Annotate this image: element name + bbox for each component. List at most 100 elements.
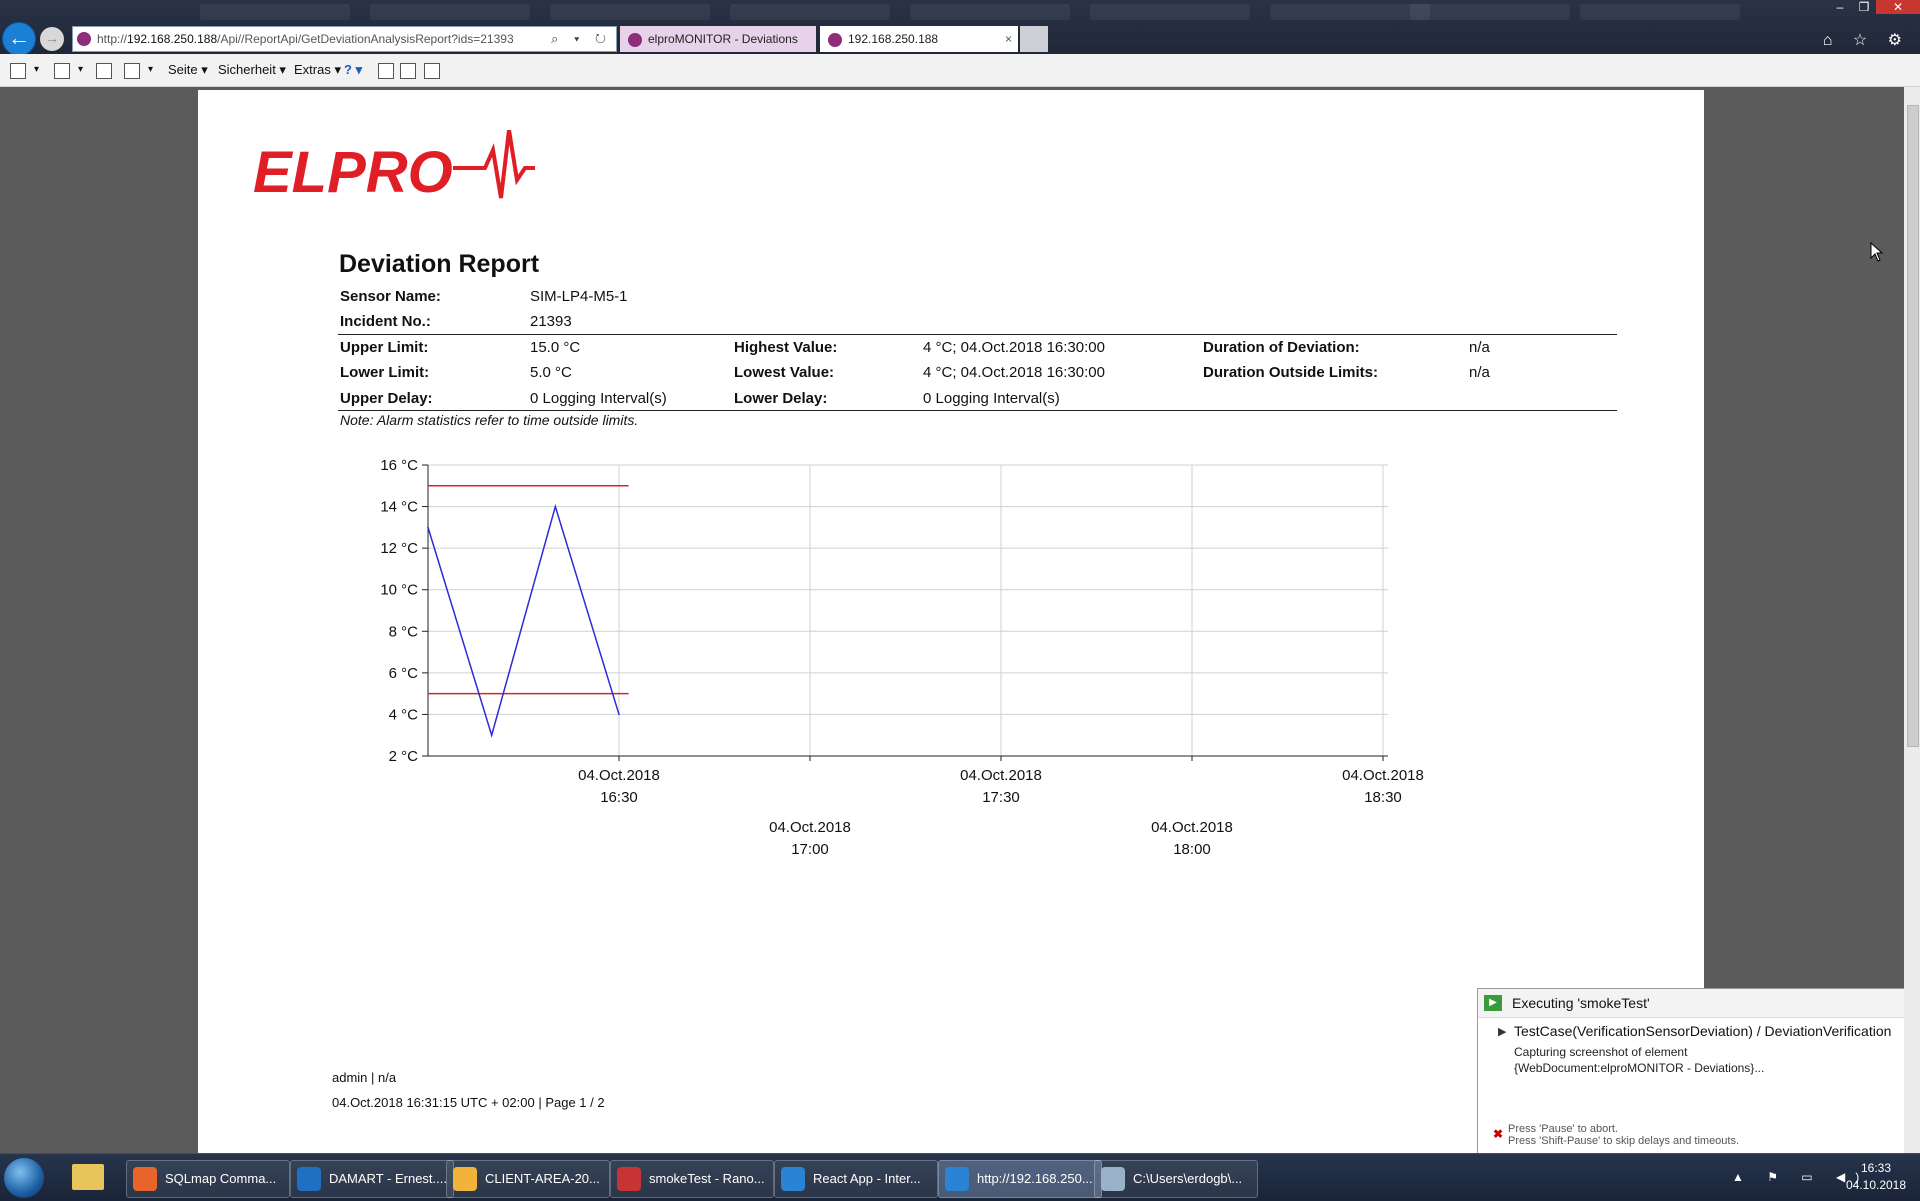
clock-date: 04.10.2018 — [1845, 1178, 1907, 1192]
taskbar-button-outlook[interactable]: DAMART - Ernest.... — [290, 1160, 454, 1198]
home-favorites-settings-icons[interactable]: ⌂ ☆ ⚙ — [1823, 30, 1910, 50]
internet-explorer-icon — [945, 1167, 969, 1191]
y-tick-label: 14 °C — [380, 499, 418, 516]
taskbar-button-react-app[interactable]: React App - Inter... — [774, 1160, 938, 1198]
x-tick-date-label: 04.Oct.2018 — [769, 819, 851, 836]
taskbar-clock[interactable]: 16:33 04.10.2018 — [1836, 1160, 1916, 1194]
address-url[interactable]: http://192.168.250.188/Api//ReportApi/Ge… — [97, 27, 514, 51]
site-favicon-icon — [77, 32, 91, 46]
background-tab — [200, 4, 350, 20]
tab-report[interactable]: 192.168.250.188 × — [820, 26, 1018, 52]
taskbar-button-ranorex[interactable]: smokeTest - Rano... — [610, 1160, 774, 1198]
lowest-value: 4 °C; 04.Oct.2018 16:30:00 — [923, 364, 1105, 381]
menu-sicherheit[interactable]: Sicherheit ▾ — [218, 62, 286, 78]
y-tick-label: 2 °C — [389, 748, 419, 765]
abort-x-icon: ✖ — [1493, 1127, 1504, 1141]
lowest-value-label: Lowest Value: — [734, 364, 835, 381]
taskbar-button-sqlmap[interactable]: SQLmap Comma... — [126, 1160, 290, 1198]
upper-limit-value: 15.0 °C — [530, 339, 581, 356]
browser-tab-strip: – ❐ ✕ ← → http://192.168.250.188/Api//Repo… — [0, 0, 1920, 56]
incident-value: 21393 — [530, 313, 572, 330]
y-tick-label: 6 °C — [389, 665, 419, 682]
upper-delay-value: 0 Logging Interval(s) — [530, 390, 667, 407]
taskbar-button-ie-report[interactable]: http://192.168.250... — [938, 1160, 1102, 1198]
x-tick-date-label: 04.Oct.2018 — [1151, 819, 1233, 836]
onenote-icon[interactable] — [378, 63, 394, 79]
expand-triangle-icon[interactable]: ▶ — [1498, 1025, 1506, 1038]
window-controls: – ❐ ✕ — [1828, 0, 1920, 18]
app-icon — [453, 1167, 477, 1191]
mouse-cursor-icon — [1870, 242, 1884, 262]
forward-button[interactable]: → — [40, 27, 64, 51]
start-button[interactable] — [4, 1158, 44, 1198]
duration-outside-label: Duration Outside Limits: — [1203, 364, 1379, 381]
feeds-dropdown-icon[interactable]: ▾ — [78, 64, 83, 75]
menu-seite[interactable]: Seite ▾ — [168, 62, 208, 78]
ranorex-title: Executing 'smokeTest' — [1512, 995, 1650, 1011]
x-tick-date-label: 04.Oct.2018 — [1342, 767, 1424, 784]
home-dropdown-icon[interactable]: ▾ — [34, 64, 39, 75]
logo-text: ELPRO — [253, 140, 453, 205]
background-tab — [1410, 4, 1570, 20]
print-dropdown-icon[interactable]: ▾ — [148, 64, 153, 75]
tab-label: 192.168.250.188 — [848, 32, 939, 46]
y-tick-label: 8 °C — [389, 623, 419, 640]
data-point — [427, 526, 429, 529]
divider-top — [338, 334, 1617, 335]
outlook-icon — [297, 1167, 321, 1191]
explorer-window-icon — [1101, 1167, 1125, 1191]
maximize-button[interactable]: ❐ — [1852, 0, 1876, 14]
ranorex-icon — [617, 1167, 641, 1191]
file-explorer-icon[interactable] — [72, 1164, 104, 1190]
x-tick-date-label: 04.Oct.2018 — [578, 767, 660, 784]
tab-elpromonitor-deviations[interactable]: elproMONITOR - Deviations — [620, 26, 816, 52]
address-controls[interactable]: ⌕ ▾ ↻ — [551, 27, 612, 51]
sensor-name-label: Sensor Name: — [340, 288, 441, 305]
lower-limit-label: Lower Limit: — [340, 364, 430, 381]
ranorex-status-line1: Capturing screenshot of element — [1514, 1045, 1688, 1059]
close-window-button[interactable]: ✕ — [1876, 0, 1920, 14]
duration-outside-value: n/a — [1469, 364, 1490, 381]
ranorex-progress-panel: ▶ Executing 'smokeTest' ▶ TestCase(Verif… — [1477, 988, 1904, 1153]
new-tab-button[interactable] — [1020, 26, 1048, 52]
taskbar-button-cmd[interactable]: C:\Users\erdogb\... — [1094, 1160, 1258, 1198]
print-icon[interactable] — [124, 63, 140, 79]
elpro-logo: ELPRO — [253, 129, 553, 215]
incident-label: Incident No.: — [340, 313, 431, 330]
lower-delay-value: 0 Logging Interval(s) — [923, 390, 1060, 407]
clock-time: 16:33 — [1860, 1161, 1892, 1175]
sensor-name-value: SIM-LP4-M5-1 — [530, 288, 628, 305]
y-tick-label: 16 °C — [380, 457, 418, 474]
internet-explorer-icon — [781, 1167, 805, 1191]
background-window-tabs — [0, 0, 1920, 20]
y-tick-label: 10 °C — [380, 582, 418, 599]
scrollbar-thumb[interactable] — [1907, 105, 1919, 747]
feeds-icon[interactable] — [54, 63, 70, 79]
lower-delay-label: Lower Delay: — [734, 390, 828, 407]
firefox-icon — [133, 1167, 157, 1191]
windows-taskbar: SQLmap Comma... DAMART - Ernest.... CLIE… — [0, 1153, 1920, 1201]
address-bar[interactable]: http://192.168.250.188/Api//ReportApi/Ge… — [72, 26, 617, 52]
vertical-scrollbar[interactable] — [1904, 87, 1920, 1153]
footer-user: admin | n/a — [332, 1070, 397, 1085]
home-icon[interactable] — [10, 63, 26, 79]
logo-pulse-icon — [453, 129, 535, 199]
research-icon[interactable] — [424, 63, 440, 79]
back-button[interactable]: ← — [2, 22, 36, 56]
onenote-send-icon[interactable] — [400, 63, 416, 79]
report-title: Deviation Report — [339, 250, 540, 278]
highest-value-label: Highest Value: — [734, 339, 838, 356]
close-tab-icon[interactable]: × — [1005, 26, 1012, 52]
help-icon[interactable]: ? ▾ — [344, 62, 362, 78]
background-tab — [730, 4, 890, 20]
taskbar-button-client-area[interactable]: CLIENT-AREA-20... — [446, 1160, 610, 1198]
menu-extras[interactable]: Extras ▾ — [294, 62, 341, 78]
ranorex-hint-shift-pause: Press 'Shift-Pause' to skip delays and t… — [1508, 1135, 1740, 1147]
upper-limit-label: Upper Limit: — [340, 339, 429, 356]
duration-deviation-value: n/a — [1469, 339, 1490, 356]
mail-icon[interactable] — [96, 63, 112, 79]
x-tick-time-label: 17:00 — [791, 841, 829, 858]
x-tick-time-label: 18:30 — [1364, 789, 1402, 806]
minimize-button[interactable]: – — [1828, 0, 1852, 14]
ranorex-testcase: TestCase(VerificationSensorDeviation) / … — [1514, 1023, 1892, 1039]
